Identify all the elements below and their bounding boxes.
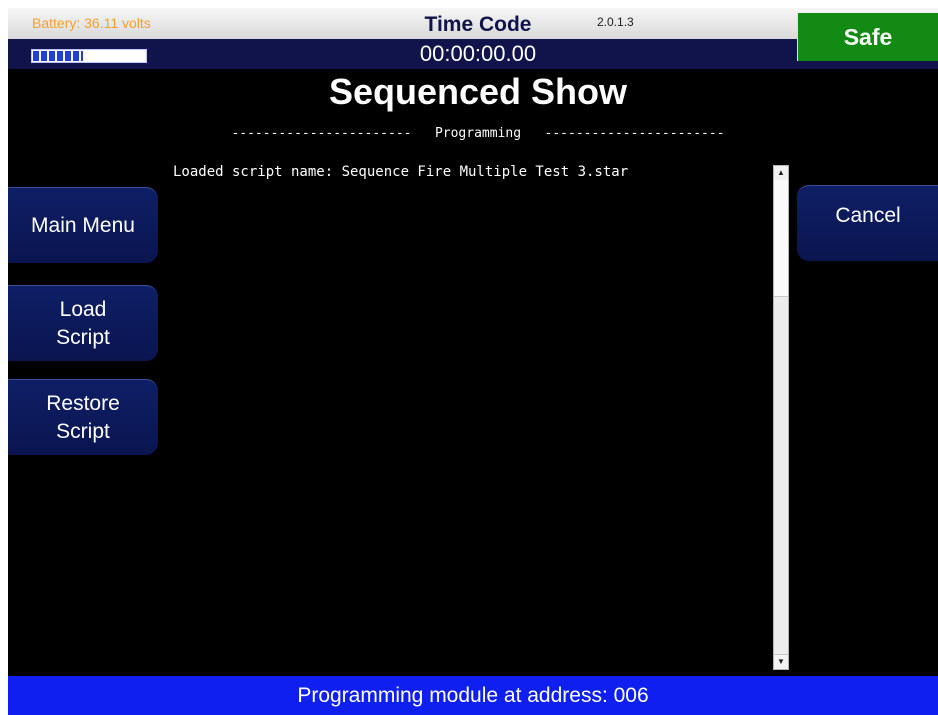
main-menu-button[interactable]: Main Menu <box>8 187 158 263</box>
main-menu-label: Main Menu <box>31 213 135 237</box>
scrollbar[interactable]: ▲ ▼ <box>773 165 789 670</box>
restore-script-button[interactable]: Restore Script <box>8 379 158 455</box>
scroll-down-arrow-icon[interactable]: ▼ <box>774 654 788 669</box>
load-script-label: Load Script <box>56 297 110 349</box>
cancel-button[interactable]: Cancel <box>797 185 938 261</box>
loaded-script-line: Loaded script name: Sequence Fire Multip… <box>173 164 629 180</box>
version-label: 2.0.1.3 <box>597 15 634 29</box>
page-title: Sequenced Show <box>328 71 628 112</box>
app-screen: Battery: 36.11 volts Time Code 2.0.1.3 0… <box>8 8 938 715</box>
restore-script-label: Restore Script <box>46 391 120 443</box>
load-script-button[interactable]: Load Script <box>8 285 158 361</box>
cancel-label: Cancel <box>835 204 901 227</box>
safe-button[interactable]: Safe <box>797 13 938 61</box>
status-bar: Programming module at address: 006 <box>8 676 938 715</box>
section-header: ----------------------- Programming ----… <box>231 126 725 141</box>
status-text: Programming module at address: 006 <box>297 683 649 707</box>
scroll-up-arrow-icon[interactable]: ▲ <box>774 166 788 181</box>
scroll-thumb[interactable] <box>774 180 788 297</box>
